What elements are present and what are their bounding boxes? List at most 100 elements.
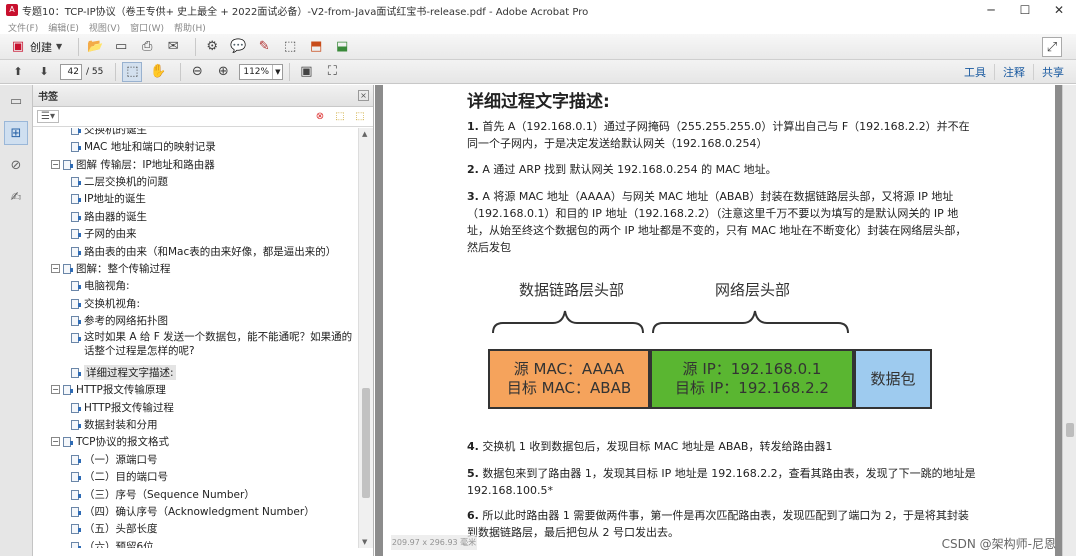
close-panel-icon[interactable]: × [358, 90, 369, 101]
share-link[interactable]: 共享 [1033, 64, 1072, 80]
payload-box: 数据包 [854, 349, 932, 409]
minimize-button[interactable]: ─ [974, 0, 1008, 20]
hand-tool-icon[interactable]: ✋ [148, 62, 168, 82]
scroll-thumb[interactable] [362, 388, 370, 498]
export-icon[interactable]: ⬒ [306, 37, 326, 57]
create-icon: ▣ [11, 39, 25, 54]
bookmark-item[interactable]: 子网的由来 [71, 225, 137, 242]
bookmark-group[interactable]: − TCP协议的报文格式 [51, 433, 169, 450]
expand-bookmark-icon[interactable]: ⬚ [353, 110, 367, 124]
close-window-button[interactable]: ✕ [1042, 0, 1076, 20]
bookmark-group[interactable]: − 图解 传输层：IP地址和路由器 [51, 156, 215, 173]
bookmark-page-icon [71, 333, 81, 343]
menu-edit[interactable]: 编辑(E) [48, 21, 79, 34]
next-page-icon[interactable]: ⬇ [34, 62, 54, 82]
bookmark-item-selected[interactable]: 详细过程文字描述: [71, 364, 176, 381]
save-icon[interactable]: ▭ [111, 37, 131, 57]
paragraph-4: 4. 交换机 1 收到数据包后，发现目标 MAC 地址是 ABAB，转发给路由器… [467, 440, 833, 453]
create-button[interactable]: ▣ 创建 ▼ [8, 37, 62, 57]
create-label: 创建 [30, 40, 52, 54]
bookmarks-scrollbar[interactable]: ▲ ▼ [358, 128, 373, 548]
comment-icon[interactable]: 💬 [228, 37, 248, 57]
bookmark-item[interactable]: 二层交换机的问题 [71, 173, 168, 190]
bookmarks-toolbar: ☰▾ ⊗ ⬚ ⬚ [33, 107, 373, 127]
zoom-in-icon[interactable]: ⊕ [213, 62, 233, 82]
scroll-thumb[interactable] [1066, 423, 1074, 437]
signatures-panel-icon[interactable]: ✍ [4, 185, 28, 209]
bookmark-item[interactable]: 这时如果 A 给 F 发送一个数据包，能不能通呢？如果通的 话整个过程是怎样的呢… [71, 330, 352, 360]
previous-page-icon[interactable]: ⬆ [8, 62, 28, 82]
zoom-out-icon[interactable]: ⊖ [187, 62, 207, 82]
bookmark-item[interactable]: 路由器的诞生 [71, 208, 147, 225]
comment-link[interactable]: 注释 [994, 64, 1033, 80]
bookmark-page-icon [71, 402, 81, 413]
open-folder-icon[interactable]: 📂 [85, 37, 105, 57]
bookmark-item[interactable]: IP地址的诞生 [71, 190, 146, 207]
bookmark-item[interactable]: 参考的网络拓扑图 [71, 312, 168, 329]
print-icon[interactable]: ⎙ [137, 37, 157, 57]
fit-page-icon[interactable]: ▣ [296, 62, 316, 82]
bookmark-page-icon [71, 419, 81, 430]
stamp-icon[interactable]: ✎ [254, 37, 274, 57]
bookmark-page-icon [71, 298, 81, 309]
toolbar-divider [115, 62, 117, 81]
task-pane-links: 工具 注释 共享 [956, 60, 1072, 84]
email-icon[interactable]: ✉ [163, 37, 183, 57]
bookmark-page-icon [71, 315, 81, 326]
bookmark-item[interactable]: （六）预留6位 [71, 538, 154, 548]
pages-panel-icon[interactable]: ▭ [4, 89, 28, 113]
attachments-panel-icon[interactable]: ⊘ [4, 153, 28, 177]
form-tools-icon[interactable]: ⬚ [280, 37, 300, 57]
bookmark-item[interactable]: （三）序号（Sequence Number） [71, 486, 255, 503]
bookmark-page-icon [63, 159, 73, 170]
bookmark-item[interactable]: 路由表的由来（和Mac表的由来好像，都是逼出来的） [71, 243, 336, 260]
bookmark-item[interactable]: 交换机的诞生 [71, 128, 147, 138]
bookmark-group[interactable]: − HTTP报文传输原理 [51, 381, 166, 398]
settings-icon[interactable]: ⚙ [202, 37, 222, 57]
menu-file[interactable]: 文件(F) [8, 21, 38, 34]
acrobat-app-icon: A [6, 4, 18, 16]
select-tool-icon[interactable]: ⬚ [122, 61, 143, 82]
bookmark-item[interactable]: HTTP报文传输过程 [71, 399, 174, 416]
bookmark-item[interactable]: （二）目的端口号 [71, 468, 168, 485]
main-toolbar: ▣ 创建 ▼ 📂 ▭ ⎙ ✉ ⚙ 💬 ✎ ⬚ ⬒ ⬓ ⤢ [0, 34, 1076, 60]
tools-link[interactable]: 工具 [956, 64, 994, 80]
bookmark-item[interactable]: MAC 地址和端口的映射记录 [71, 138, 216, 155]
bookmark-item[interactable]: （一）源端口号 [71, 451, 158, 468]
collapse-toggle-icon[interactable]: − [51, 160, 60, 169]
bookmark-page-icon [71, 280, 81, 291]
paragraph-2: 2. A 通过 ARP 找到 默认网关 192.168.0.254 的 MAC … [467, 163, 777, 176]
delete-bookmark-icon[interactable]: ⊗ [313, 110, 327, 124]
collapse-toggle-icon[interactable]: − [51, 437, 60, 446]
page-total: / 55 [86, 66, 104, 77]
bookmarks-panel: 书签 × ☰▾ ⊗ ⬚ ⬚ 交换机的诞生 MAC 地址和端口的映射记录 − 图解 … [33, 85, 374, 556]
menu-window[interactable]: 窗口(W) [130, 21, 164, 34]
bookmark-item[interactable]: 电脑视角: [71, 277, 130, 294]
bookmark-page-icon [63, 384, 73, 395]
page-number-input[interactable]: 42 [60, 63, 82, 80]
toolbar-divider [180, 62, 182, 81]
menu-view[interactable]: 视图(V) [89, 21, 120, 34]
collapse-toggle-icon[interactable]: − [51, 385, 60, 394]
bookmark-page-icon [71, 367, 81, 378]
zoom-select[interactable]: 112% ▼ [239, 63, 284, 80]
new-bookmark-icon[interactable]: ⬚ [333, 110, 347, 124]
dest-mac: 目标 MAC：ABAB [506, 379, 632, 397]
bookmark-item[interactable]: 交换机视角: [71, 295, 140, 312]
source-mac: 源 MAC：AAAA [513, 360, 625, 378]
bookmark-item[interactable]: 数据封装和分用 [71, 416, 158, 433]
expand-icon[interactable]: ⤢ [1042, 37, 1062, 57]
review-icon[interactable]: ⬓ [332, 37, 352, 57]
mac-header-box: 源 MAC：AAAA 目标 MAC：ABAB [488, 349, 650, 409]
maximize-button[interactable]: ☐ [1008, 0, 1042, 20]
bookmark-group[interactable]: − 图解：整个传输过程 [51, 260, 171, 277]
bookmark-item[interactable]: （五）头部长度 [71, 520, 158, 537]
collapse-toggle-icon[interactable]: − [51, 264, 60, 273]
bookmark-page-icon [71, 471, 81, 482]
document-scrollbar[interactable] [1062, 85, 1076, 556]
bookmark-item[interactable]: （四）确认序号（Acknowledgment Number） [71, 503, 315, 520]
menu-help[interactable]: 帮助(H) [174, 21, 206, 34]
full-screen-icon[interactable]: ⛶ [322, 62, 342, 82]
bookmarks-panel-icon[interactable]: ⊞ [4, 121, 28, 145]
bookmark-options-icon[interactable]: ☰▾ [37, 110, 59, 123]
